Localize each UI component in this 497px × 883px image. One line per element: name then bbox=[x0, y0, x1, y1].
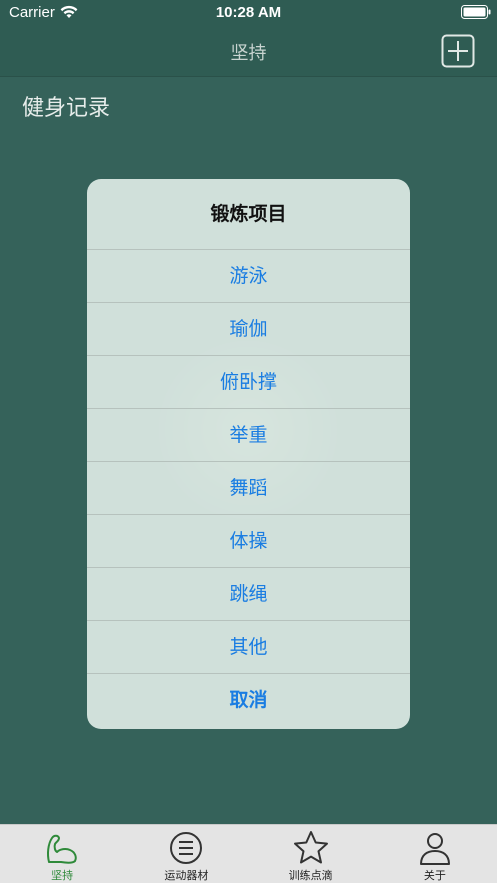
option-jump-rope[interactable]: 跳绳 bbox=[87, 568, 410, 621]
option-swimming[interactable]: 游泳 bbox=[87, 250, 410, 303]
page-heading: 健身记录 bbox=[22, 96, 111, 121]
cancel-button[interactable]: 取消 bbox=[87, 674, 410, 727]
person-icon bbox=[419, 833, 450, 865]
navigation-bar: 坚持 bbox=[0, 26, 497, 77]
arm-muscle-icon bbox=[47, 834, 77, 864]
option-weightlifting[interactable]: 举重 bbox=[87, 409, 410, 462]
option-gymnastics[interactable]: 体操 bbox=[87, 515, 410, 568]
tab-equipment[interactable]: 运动器材 bbox=[124, 825, 248, 883]
option-other[interactable]: 其他 bbox=[87, 621, 410, 674]
tab-label-about: 关于 bbox=[423, 869, 446, 882]
option-dance[interactable]: 舞蹈 bbox=[87, 462, 410, 515]
tab-label-equipment: 运动器材 bbox=[164, 869, 209, 882]
tab-bar: 坚持 运动器材 训练点滴 关于 bbox=[0, 824, 497, 883]
tab-training-notes[interactable]: 训练点滴 bbox=[249, 825, 373, 883]
option-yoga[interactable]: 瑜伽 bbox=[87, 303, 410, 356]
star-icon bbox=[293, 831, 328, 864]
option-pushup[interactable]: 俯卧撑 bbox=[87, 356, 410, 409]
list-circle-icon bbox=[170, 832, 203, 864]
tab-persist[interactable]: 坚持 bbox=[0, 825, 124, 883]
exercise-action-sheet: 锻炼项目 游泳 瑜伽 俯卧撑 举重 舞蹈 体操 跳绳 其他 取消 bbox=[87, 179, 410, 729]
action-sheet-title: 锻炼项目 bbox=[87, 179, 410, 250]
tab-label-training-notes: 训练点滴 bbox=[288, 869, 333, 882]
status-bar: Carrier 10:28 AM bbox=[0, 0, 497, 26]
battery-icon bbox=[461, 5, 491, 19]
tab-label-persist: 坚持 bbox=[51, 869, 74, 882]
add-record-button[interactable] bbox=[441, 34, 475, 68]
nav-title: 坚持 bbox=[230, 43, 267, 64]
status-time: 10:28 AM bbox=[215, 4, 282, 21]
tab-about[interactable]: 关于 bbox=[373, 825, 497, 883]
